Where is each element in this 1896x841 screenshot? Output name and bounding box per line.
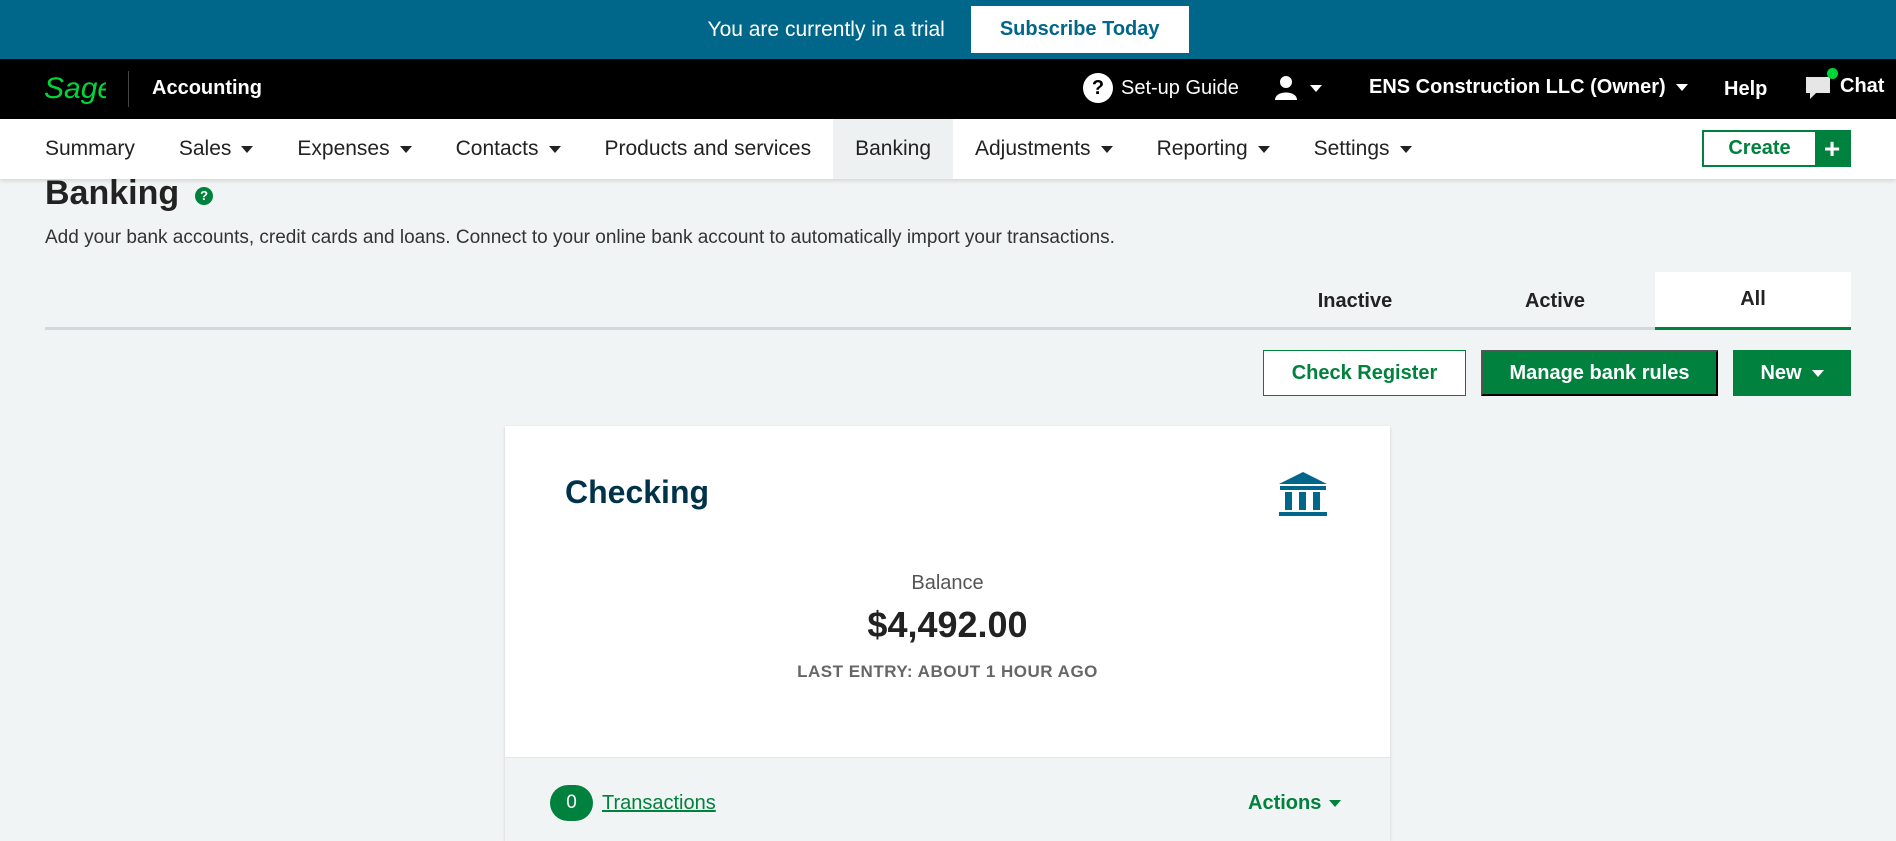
sage-logo-text: Sage (44, 72, 106, 105)
transactions-count-badge: 0 (550, 785, 593, 821)
top-nav: Sage Accounting ? Set-up Guide ENS Const… (0, 59, 1896, 119)
question-icon: ? (1083, 73, 1113, 103)
company-switcher[interactable]: ENS Construction LLC (Owner) (1369, 76, 1688, 99)
create-label: Create (1728, 137, 1791, 159)
help-icon[interactable]: ? (195, 186, 214, 205)
main-nav: Summary Sales Expenses Contacts Products… (0, 119, 1896, 179)
company-label: ENS Construction LLC (Owner) (1369, 76, 1666, 98)
setup-guide-label: Set-up Guide (1121, 76, 1239, 99)
tab-active[interactable]: Active (1455, 272, 1655, 330)
page-title: Banking ? (45, 174, 214, 213)
card-footer: 0 Transactions Actions (505, 757, 1390, 841)
chat-button[interactable]: Chat (1804, 68, 1885, 101)
tab-all[interactable]: All (1655, 272, 1851, 330)
help-link[interactable]: Help (1724, 78, 1767, 101)
nav-adjustments[interactable]: Adjustments (953, 119, 1135, 179)
chevron-down-icon (548, 145, 561, 153)
chevron-down-icon (1811, 369, 1824, 377)
subscribe-button[interactable]: Subscribe Today (970, 6, 1189, 53)
nav-label: Contacts (455, 137, 539, 160)
trial-message: You are currently in a trial (707, 17, 945, 41)
nav-contacts[interactable]: Contacts (434, 119, 583, 179)
page-description: Add your bank accounts, credit cards and… (45, 227, 1115, 248)
nav-expenses[interactable]: Expenses (275, 119, 433, 179)
nav-sales[interactable]: Sales (157, 119, 276, 179)
trial-banner: You are currently in a trial Subscribe T… (0, 0, 1896, 59)
nav-reporting[interactable]: Reporting (1135, 119, 1292, 179)
chevron-down-icon (1257, 145, 1270, 153)
last-entry: LAST ENTRY: ABOUT 1 HOUR AGO (797, 662, 1098, 681)
app-name: Accounting (152, 77, 262, 99)
nav-label: Banking (855, 137, 931, 160)
nav-label: Reporting (1156, 137, 1248, 160)
account-card: Checking Balance $4,492.00 LAST ENTRY: A… (505, 426, 1390, 841)
create-button[interactable]: Create + (1702, 130, 1851, 167)
nav-settings[interactable]: Settings (1292, 119, 1434, 179)
balance-value: $4,492.00 (867, 604, 1028, 645)
transactions-link[interactable]: Transactions (602, 792, 716, 815)
nav-label: Summary (45, 137, 135, 160)
logo-divider (128, 71, 129, 107)
actions-dropdown[interactable]: Actions (1248, 792, 1342, 815)
chat-icon (1804, 68, 1838, 101)
chevron-down-icon (1399, 145, 1412, 153)
account-name[interactable]: Checking (565, 474, 709, 511)
chat-label: Chat (1840, 74, 1885, 97)
check-register-button[interactable]: Check Register (1263, 350, 1466, 396)
chevron-down-icon (1675, 84, 1688, 91)
new-button[interactable]: New (1733, 350, 1851, 396)
nav-products-and-services[interactable]: Products and services (583, 119, 834, 179)
user-menu[interactable] (1274, 75, 1322, 101)
manage-bank-rules-button[interactable]: Manage bank rules (1481, 350, 1718, 396)
actions-label: Actions (1248, 792, 1322, 814)
chevron-down-icon (241, 145, 254, 153)
nav-label: Expenses (297, 137, 390, 160)
setup-guide-link[interactable]: ? Set-up Guide (1083, 73, 1239, 103)
nav-label: Adjustments (975, 137, 1091, 160)
chevron-down-icon (1310, 84, 1322, 92)
chevron-down-icon (1329, 800, 1342, 807)
chevron-down-icon (1100, 145, 1113, 153)
nav-summary[interactable]: Summary (0, 119, 157, 179)
nav-label: Products and services (604, 137, 812, 160)
nav-banking[interactable]: Banking (833, 119, 953, 179)
balance-label: Balance (911, 572, 984, 594)
page-title-text: Banking (45, 174, 180, 212)
bank-icon (1279, 472, 1327, 516)
plus-icon: + (1815, 132, 1849, 165)
sage-logo[interactable]: Sage (44, 70, 106, 108)
nav-label: Settings (1313, 137, 1390, 160)
user-icon (1275, 76, 1297, 100)
tab-inactive[interactable]: Inactive (1255, 272, 1455, 330)
online-dot (1827, 68, 1838, 79)
new-label: New (1760, 361, 1802, 384)
chevron-down-icon (399, 145, 412, 153)
nav-label: Sales (178, 137, 232, 160)
